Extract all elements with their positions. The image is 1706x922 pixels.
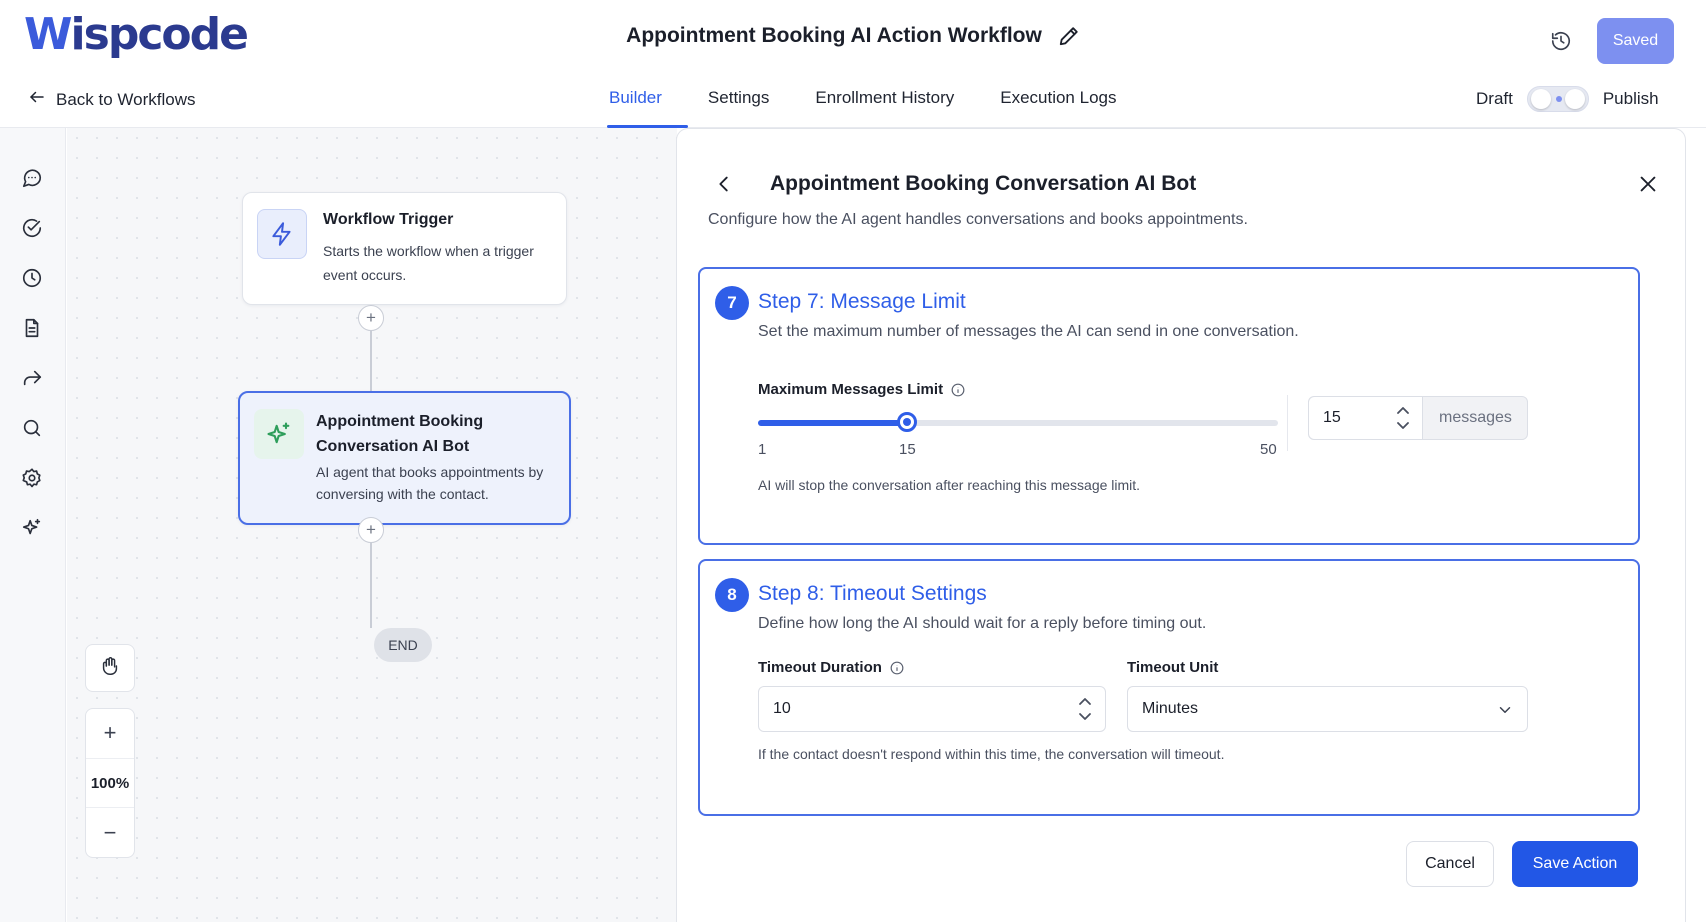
unit-suffix: messages xyxy=(1439,409,1512,426)
top-bar: Wispcode Appointment Booking AI Action W… xyxy=(0,0,1706,128)
publish-toggle-group: Draft Publish xyxy=(1476,86,1659,112)
chevron-down-icon xyxy=(1496,701,1514,724)
document-icon[interactable] xyxy=(20,316,44,340)
check-circle-icon[interactable] xyxy=(20,216,44,240)
sparkle-icon[interactable] xyxy=(20,516,44,540)
stepper-arrows-icon[interactable] xyxy=(1077,695,1093,723)
ai-node-title: Appointment Booking Conversation AI Bot xyxy=(316,413,484,455)
tab-settings[interactable]: Settings xyxy=(708,80,769,128)
action-config-panel: Appointment Booking Conversation AI Bot … xyxy=(676,128,1686,922)
add-step-button[interactable]: + xyxy=(358,517,384,543)
timeout-unit-select[interactable]: Minutes xyxy=(1127,686,1528,732)
panel-subtitle: Configure how the AI agent handles conve… xyxy=(708,211,1248,228)
clock-icon[interactable] xyxy=(20,266,44,290)
ai-bot-node[interactable]: Appointment Booking Conversation AI Bot … xyxy=(238,391,571,525)
hand-icon xyxy=(99,655,121,682)
timeout-duration-input[interactable]: 10 xyxy=(758,686,1106,732)
gear-icon[interactable] xyxy=(20,466,44,490)
tab-enrollment-history[interactable]: Enrollment History xyxy=(815,80,954,128)
timeout-unit-label: Timeout Unit xyxy=(1127,659,1219,676)
slider-value-label: 15 xyxy=(899,441,916,458)
back-to-workflows-link[interactable]: Back to Workflows xyxy=(28,88,196,111)
step-number-badge: 7 xyxy=(715,286,749,320)
info-icon[interactable] xyxy=(890,661,904,675)
panel-title: Appointment Booking Conversation AI Bot xyxy=(770,172,1197,195)
step-description: Define how long the AI should wait for a… xyxy=(758,615,1207,632)
sparkle-icon xyxy=(254,409,304,459)
slider-min-label: 1 xyxy=(758,441,767,458)
zoom-in-button[interactable]: + xyxy=(86,709,134,757)
max-messages-input-group: 15 messages xyxy=(1308,396,1528,440)
workflow-title: Appointment Booking AI Action Workflow xyxy=(626,24,1042,47)
stepper-arrows-icon[interactable] xyxy=(1395,404,1411,432)
chevron-left-icon[interactable] xyxy=(713,173,735,195)
max-messages-slider[interactable] xyxy=(758,412,1278,432)
step-7-card: 7 Step 7: Message Limit Set the maximum … xyxy=(698,267,1640,545)
end-node: END xyxy=(374,628,432,662)
save-action-button[interactable]: Save Action xyxy=(1512,841,1638,887)
step-title: Step 7: Message Limit xyxy=(758,290,966,313)
saved-button[interactable]: Saved xyxy=(1597,18,1674,64)
lightning-icon xyxy=(257,209,307,259)
wispcode-logo[interactable]: Wispcode xyxy=(24,10,249,60)
arrow-left-icon xyxy=(28,88,46,111)
close-icon[interactable] xyxy=(1637,173,1659,195)
slider-fill xyxy=(758,420,907,426)
workflow-tabs: Builder Settings Enrollment History Exec… xyxy=(607,80,1162,128)
step-description: Set the maximum number of messages the A… xyxy=(758,323,1299,340)
workflow-canvas[interactable]: Workflow Trigger Starts the workflow whe… xyxy=(67,128,677,922)
draft-label: Draft xyxy=(1476,89,1513,108)
add-step-button[interactable]: + xyxy=(358,305,384,331)
zoom-out-button[interactable]: − xyxy=(86,809,134,857)
sidebar-rail xyxy=(0,128,66,922)
slider-thumb[interactable] xyxy=(897,412,917,432)
publish-label: Publish xyxy=(1602,89,1659,108)
message-limit-helper: AI will stop the conversation after reac… xyxy=(758,477,1141,493)
timeout-helper: If the contact doesn't respond within th… xyxy=(758,746,1225,762)
pan-hand-button[interactable] xyxy=(85,644,135,692)
step-8-card: 8 Step 8: Timeout Settings Define how lo… xyxy=(698,559,1640,816)
trigger-node-description: Starts the workflow when a trigger event… xyxy=(323,243,534,283)
back-label: Back to Workflows xyxy=(56,89,196,109)
step-title: Step 8: Timeout Settings xyxy=(758,582,987,605)
chat-icon[interactable] xyxy=(20,166,44,190)
tab-execution-logs[interactable]: Execution Logs xyxy=(1000,80,1116,128)
zoom-controls: + 100% − xyxy=(85,708,135,858)
ai-node-description: AI agent that books appointments by conv… xyxy=(316,464,544,502)
pencil-edit-icon[interactable] xyxy=(1058,25,1080,47)
timeout-duration-label: Timeout Duration xyxy=(758,659,904,676)
workflow-trigger-node[interactable]: Workflow Trigger Starts the workflow whe… xyxy=(242,192,567,305)
history-icon[interactable] xyxy=(1548,28,1574,54)
step-number-badge: 8 xyxy=(715,578,749,612)
zoom-level: 100% xyxy=(86,758,134,808)
tab-builder[interactable]: Builder xyxy=(607,80,688,128)
trigger-node-title: Workflow Trigger xyxy=(323,211,454,228)
slider-max-label: 50 xyxy=(1260,441,1277,458)
share-icon[interactable] xyxy=(20,366,44,390)
search-icon[interactable] xyxy=(20,416,44,440)
cancel-button[interactable]: Cancel xyxy=(1406,841,1494,887)
publish-toggle[interactable] xyxy=(1526,86,1589,112)
